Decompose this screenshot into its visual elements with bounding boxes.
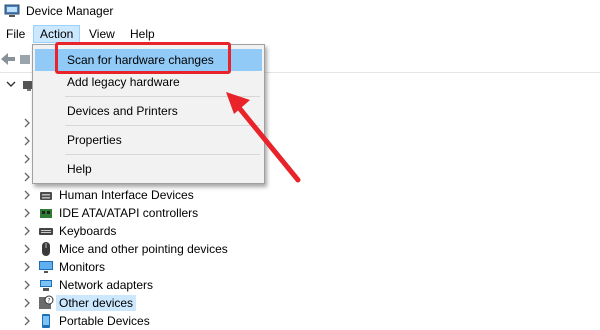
device-manager-icon <box>4 4 20 17</box>
menu-action[interactable]: Action <box>33 25 81 43</box>
back-arrow-icon[interactable] <box>0 51 16 67</box>
tree-item-keyboards[interactable]: Keyboards <box>0 222 600 240</box>
menu-view[interactable]: View <box>83 26 121 42</box>
network-adapter-icon <box>40 280 52 291</box>
tree-item-label: Portable Devices <box>59 314 150 328</box>
chevron-right-icon[interactable] <box>23 136 31 146</box>
menu-item-label: Help <box>67 162 92 176</box>
menu-help[interactable]: Help <box>124 26 161 42</box>
unknown-device-icon: ? <box>39 295 54 309</box>
chevron-right-icon[interactable] <box>23 262 31 272</box>
monitor-icon <box>39 261 53 273</box>
tree-item-mice[interactable]: Mice and other pointing devices <box>0 240 600 258</box>
tree-item-label: Human Interface Devices <box>59 188 194 202</box>
chevron-right-icon[interactable] <box>23 172 31 182</box>
chevron-right-icon[interactable] <box>23 280 31 290</box>
keyboard-icon <box>39 228 53 235</box>
tree-item-label: Other devices <box>56 295 137 311</box>
menu-bar: File Action View Help <box>0 24 600 44</box>
chevron-right-icon[interactable] <box>23 190 31 200</box>
tree-item-ide-controllers[interactable]: IDE ATA/ATAPI controllers <box>0 204 600 222</box>
toolbar-button-icon[interactable] <box>20 55 30 64</box>
window-title: Device Manager <box>26 4 114 18</box>
portable-device-icon <box>42 314 50 328</box>
tree-item-portable-devices[interactable]: Portable Devices <box>0 312 600 330</box>
chevron-right-icon[interactable] <box>23 316 31 326</box>
tree-item-network-adapters[interactable]: Network adapters <box>0 276 600 294</box>
menu-item-label: Add legacy hardware <box>67 75 180 89</box>
menu-file[interactable]: File <box>0 26 31 42</box>
tree-item-label: Keyboards <box>59 224 117 238</box>
hid-icon <box>40 192 52 200</box>
menu-item-label: Devices and Printers <box>67 104 178 118</box>
chevron-down-icon[interactable] <box>6 79 16 89</box>
annotation-arrow-icon <box>226 92 301 183</box>
svg-text:?: ? <box>47 298 50 305</box>
chevron-right-icon[interactable] <box>23 244 31 254</box>
tree-item-label: Monitors <box>59 260 106 274</box>
tree-item-monitors[interactable]: Monitors <box>0 258 600 276</box>
tree-item-label: IDE ATA/ATAPI controllers <box>59 206 199 220</box>
annotation-highlight-box <box>55 42 231 74</box>
tree-item-label: Network adapters <box>59 278 154 292</box>
tree-item-other-devices[interactable]: ? Other devices <box>0 294 600 312</box>
chevron-right-icon[interactable] <box>23 208 31 218</box>
chevron-right-icon[interactable] <box>23 298 31 308</box>
tree-item-label: Mice and other pointing devices <box>59 242 228 256</box>
title-bar: Device Manager <box>0 0 600 24</box>
ide-controller-icon <box>40 209 52 218</box>
chevron-right-icon[interactable] <box>23 154 31 164</box>
chevron-right-icon[interactable] <box>23 118 31 128</box>
menu-item-label: Properties <box>67 133 122 147</box>
chevron-right-icon[interactable] <box>23 226 31 236</box>
mouse-icon <box>42 242 50 256</box>
